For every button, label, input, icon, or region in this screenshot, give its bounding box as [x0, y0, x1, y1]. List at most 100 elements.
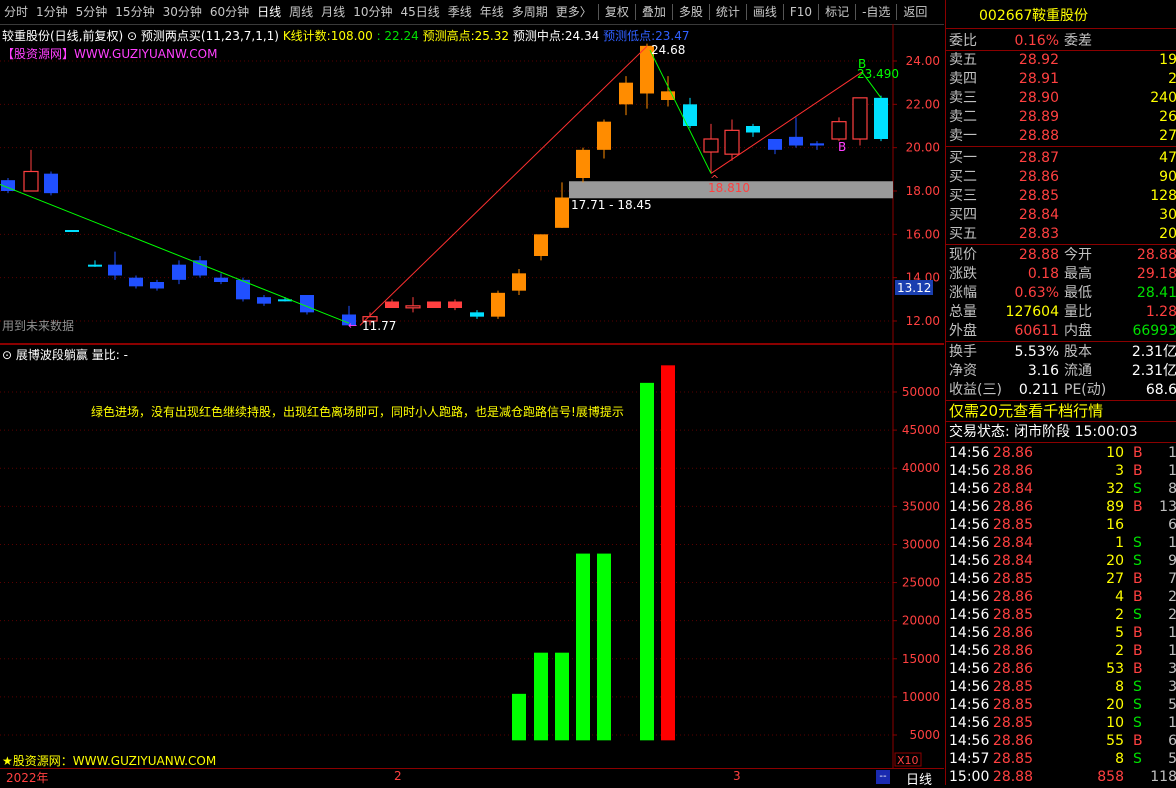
- tool-button-8[interactable]: 返回: [899, 0, 931, 24]
- period-tab-1[interactable]: 1分钟: [32, 0, 72, 24]
- tool-button-3[interactable]: 统计: [712, 0, 744, 24]
- tool-button-4[interactable]: 画线: [749, 0, 781, 24]
- tick-side: B: [1133, 625, 1143, 641]
- y-axis-label: 16.00: [906, 227, 940, 241]
- buy-label: 买三: [949, 188, 977, 204]
- stat-label: 涨跌: [949, 266, 977, 282]
- sub-title[interactable]: 展博波段躺赢: [16, 348, 88, 362]
- y-axis-label: 35000: [902, 499, 940, 513]
- tick-price: 28.86: [992, 499, 1033, 515]
- tick-side: B: [1133, 589, 1143, 605]
- period-tab-7[interactable]: 周线: [285, 0, 317, 24]
- volume-indicator-chart[interactable]: 50000 45000 40000 35000 30000 25000 20000 15000…: [0, 344, 944, 768]
- tick-count: 9: [1168, 553, 1176, 569]
- candle-body: [193, 260, 207, 276]
- low-value: 23.47: [655, 29, 690, 43]
- tool-button-6[interactable]: 标记: [821, 0, 853, 24]
- tick-side: B: [1133, 733, 1143, 749]
- buy-label: 买一: [949, 150, 977, 166]
- stat-value: 66993: [1132, 323, 1176, 339]
- sell-level-3: 卖三 28.90 240: [946, 89, 1176, 108]
- candle-body: [555, 197, 569, 228]
- stat-label: 量比: [1064, 304, 1092, 320]
- buy-level-1: 买一 28.87 47: [946, 149, 1176, 168]
- signal-bar: [661, 365, 675, 741]
- tick-row: 14:56 28.86 55 B 6: [946, 732, 1176, 751]
- stat-value: 28.88: [1136, 247, 1176, 263]
- tick-count: 1: [1168, 625, 1176, 641]
- period-tab-10[interactable]: 45日线: [396, 0, 443, 24]
- period-label[interactable]: 日线: [906, 769, 932, 788]
- tick-time: 14:56: [949, 661, 990, 677]
- period-tab-12[interactable]: 年线: [476, 0, 508, 24]
- fund-value: 2.31亿: [1131, 344, 1176, 360]
- period-tab-5[interactable]: 60分钟: [206, 0, 253, 24]
- period-tab-4[interactable]: 30分钟: [159, 0, 206, 24]
- scroll-button[interactable]: --: [876, 770, 890, 784]
- period-tab-2[interactable]: 5分钟: [72, 0, 112, 24]
- period-tab-6[interactable]: 日线: [253, 0, 285, 24]
- tool-button-5[interactable]: F10: [786, 0, 816, 24]
- tick-side: B: [1133, 643, 1143, 659]
- candle-body: [172, 264, 186, 280]
- tick-row: 14:56 28.85 16 6: [946, 516, 1176, 535]
- tick-count: 1: [1168, 445, 1176, 461]
- indicator-dropdown-icon[interactable]: ⊙: [127, 29, 137, 43]
- tool-button-2[interactable]: 多股: [675, 0, 707, 24]
- sell-volume: 26: [1159, 109, 1176, 125]
- candle-body: [746, 126, 760, 133]
- tool-button-0[interactable]: 复权: [601, 0, 633, 24]
- tool-button-1[interactable]: 叠加: [638, 0, 670, 24]
- tool-button-7[interactable]: -自选: [858, 0, 894, 24]
- tick-row: 14:57 28.85 8 S 5: [946, 750, 1176, 769]
- stat-label: 现价: [949, 247, 977, 263]
- axis-month-3: 3: [733, 769, 741, 783]
- period-tab-14[interactable]: 更多〉: [552, 0, 596, 24]
- promo-link[interactable]: 仅需20元查看千档行情: [946, 402, 1176, 421]
- candle-body: [619, 82, 633, 105]
- value-1: : 22.24: [376, 29, 419, 43]
- period-tab-8[interactable]: 月线: [317, 0, 349, 24]
- sell-price: 28.90: [1018, 90, 1059, 106]
- tick-row: 14:56 28.86 89 B 13: [946, 498, 1176, 517]
- period-tab-11[interactable]: 季线: [444, 0, 476, 24]
- tick-count: 2: [1168, 589, 1176, 605]
- tick-volume: 53: [1106, 661, 1124, 677]
- kline-chart[interactable]: 24.00 22.00 20.00 18.00 16.00 14.00 12.00 13.12…: [0, 24, 944, 344]
- tick-row: 14:56 28.85 27 B 7: [946, 570, 1176, 589]
- sub-dropdown-icon[interactable]: ⊙: [2, 348, 12, 362]
- sell-price: 28.88: [1018, 128, 1059, 144]
- sell-volume: 240: [1150, 90, 1176, 106]
- period-tab-3[interactable]: 15分钟: [111, 0, 158, 24]
- stat-value: 28.41: [1136, 285, 1176, 301]
- tick-volume: 89: [1106, 499, 1124, 515]
- weibi-row: 委比 0.16% 委差: [946, 32, 1176, 51]
- high-value: 25.32: [474, 29, 510, 43]
- buy-signal-b: B: [858, 57, 866, 71]
- period-tab-0[interactable]: 分时: [0, 0, 32, 24]
- future-data-note: 用到未来数据: [2, 319, 75, 333]
- candle-body: [831, 121, 847, 140]
- buy-price: 28.83: [1018, 226, 1059, 242]
- period-tab-9[interactable]: 10分钟: [349, 0, 396, 24]
- trough-arrow: ^: [710, 173, 719, 186]
- fund-value: 5.53%: [1014, 344, 1059, 360]
- fund-label: PE(动): [1064, 382, 1107, 398]
- stat-value: 127604: [1005, 304, 1059, 320]
- axis-year: 2022年: [6, 771, 49, 785]
- tick-volume: 2: [1115, 643, 1124, 659]
- buy-price: 28.84: [1018, 207, 1059, 223]
- signal-bar: [512, 693, 526, 741]
- candle-body: [214, 277, 228, 282]
- tick-count: 3: [1168, 661, 1176, 677]
- x10-label: X10: [897, 754, 919, 767]
- fund-row: 收益(三) 0.211 PE(动) 68.6: [946, 381, 1176, 400]
- tick-side: S: [1133, 481, 1142, 497]
- period-tab-13[interactable]: 多周期: [508, 0, 552, 24]
- panel-divider: [946, 442, 1176, 443]
- toolbar-divider: [634, 4, 636, 20]
- tick-side: B: [1133, 463, 1143, 479]
- indicator-name[interactable]: 预测两点买(11,23,7,1,1): [141, 29, 279, 43]
- buy-volume: 47: [1159, 150, 1176, 166]
- tick-time: 14:56: [949, 589, 990, 605]
